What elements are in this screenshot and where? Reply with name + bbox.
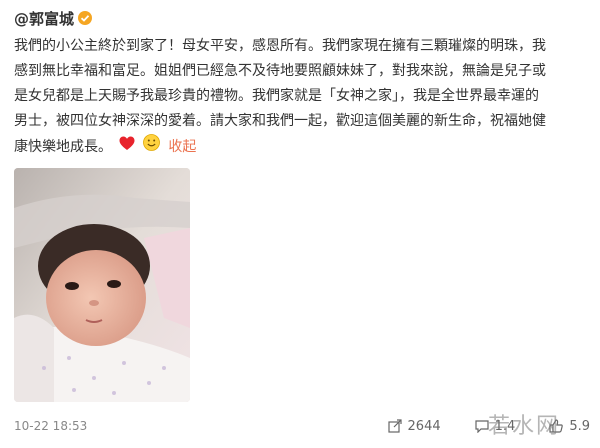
post-timestamp[interactable]: 10-22 18:53 [14, 419, 87, 433]
collapse-link[interactable]: 收起 [168, 139, 196, 155]
newborn-baby-photo [14, 168, 190, 402]
post-body: 我們的小公主終於到家了！母女平安，感恩所有。我們家現在擁有三顆璀燦的明珠，我 感… [14, 34, 586, 160]
post-last-line: 康快樂地成長。 收起 [14, 134, 586, 160]
share-icon [387, 419, 402, 433]
heart-icon [119, 135, 135, 160]
share-button[interactable]: 2644 [387, 418, 441, 434]
comment-icon [475, 420, 489, 433]
smile-icon [143, 134, 160, 160]
verified-badge-icon [78, 11, 93, 25]
like-count: 5.9 [569, 418, 590, 434]
post-line: 是女兒都是上天賜予我最珍貴的禮物。我們家就是「女神之家」，我是全世界最幸運的 [14, 88, 539, 104]
site-watermark: 若水网 [487, 414, 560, 439]
post-line: 康快樂地成長。 [14, 139, 112, 155]
post-line: 我們的小公主終於到家了！母女平安，感恩所有。我們家現在擁有三顆璀燦的明珠，我 [14, 38, 546, 54]
share-count: 2644 [407, 418, 441, 434]
author-name[interactable]: @郭富城 [14, 8, 74, 29]
post-line: 感到無比幸福和富足。姐姐們已經急不及待地要照顧妹妹了，對我來說，無論是兒子或 [14, 63, 546, 79]
post-photo[interactable] [14, 168, 190, 402]
post-line: 男士，被四位女神深深的愛着。請大家和我們一起，歡迎這個美麗的新生命，祝福她健 [14, 113, 546, 129]
post-header: @郭富城 [14, 6, 93, 30]
